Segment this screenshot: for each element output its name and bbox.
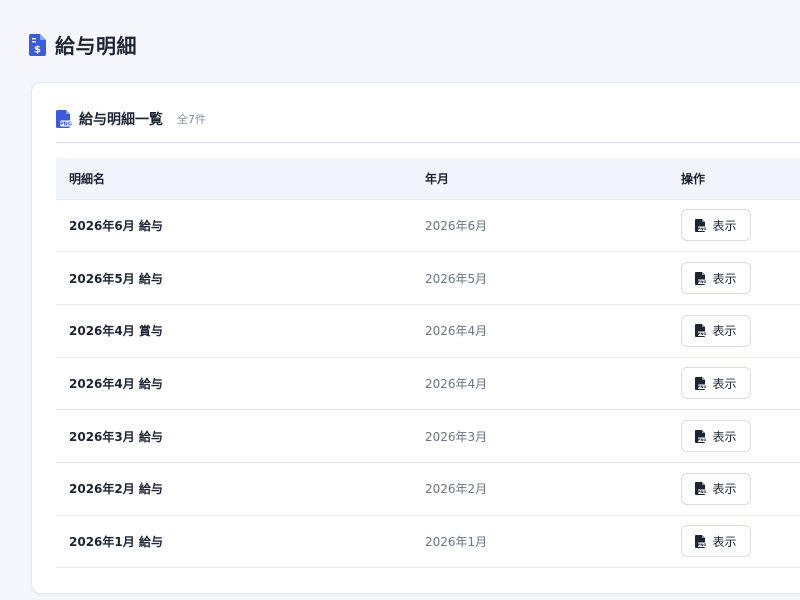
payslip-period: 2026年4月 [412, 304, 668, 358]
payslip-period: 2026年1月 [412, 515, 668, 569]
pdf-file-icon: PNG [695, 429, 707, 443]
view-button[interactable]: PNG 表示 [681, 525, 751, 558]
pdf-file-icon: PNG [695, 271, 707, 285]
payslip-name: 2026年4月 賞与 [56, 304, 412, 358]
view-button-label: 表示 [712, 429, 737, 444]
payslip-actions: PNG 表示 [668, 409, 800, 463]
pdf-file-icon: PNG [695, 324, 707, 338]
table-row: 2026年1月 給与 2026年1月 PNG 表示 [56, 515, 800, 569]
view-button-label: 表示 [712, 218, 737, 233]
payslip-name: 2026年3月 給与 [56, 409, 412, 463]
page-title: 給与明細 [55, 34, 137, 58]
table-row: 2026年4月 給与 2026年4月 PNG 表示 [56, 357, 800, 411]
svg-text:PNG: PNG [698, 332, 706, 336]
item-count: 全7件 [177, 113, 206, 126]
payslip-period: 2026年6月 [412, 199, 668, 253]
view-button-label: 表示 [712, 324, 737, 339]
payslip-actions: PNG 表示 [668, 304, 800, 358]
svg-text:PNG: PNG [698, 227, 706, 231]
payslip-name: 2026年1月 給与 [56, 515, 412, 569]
table-header-row: 明細名 年月 操作 [56, 158, 800, 200]
payslip-name: 2026年5月 給与 [56, 251, 412, 305]
view-button-label: 表示 [712, 534, 737, 549]
payslip-period: 2026年3月 [412, 409, 668, 463]
pdf-file-icon: PNG [695, 482, 707, 496]
pdf-file-icon: PNG [695, 376, 707, 390]
view-button-label: 表示 [712, 482, 737, 497]
svg-text:PNG: PNG [698, 280, 706, 284]
column-header-name: 明細名 [56, 158, 412, 200]
payslip-name: 2026年6月 給与 [56, 199, 412, 253]
payslip-period: 2026年2月 [412, 462, 668, 516]
view-button[interactable]: PNG 表示 [681, 209, 751, 242]
view-button[interactable]: PNG 表示 [681, 472, 751, 505]
svg-text:PNG: PNG [698, 543, 706, 547]
view-button-label: 表示 [712, 376, 737, 391]
payslip-period: 2026年4月 [412, 357, 668, 411]
svg-text:PNG: PNG [698, 438, 706, 442]
page-header: $ 給与明細 [29, 30, 137, 59]
payslip-list-card: PNG 給与明細一覧 全7件 明細名 年月 操作 2026年6月 給与 2026… [31, 82, 800, 594]
card-title: 給与明細一覧 [79, 112, 163, 128]
table-row: 2026年4月 賞与 2026年4月 PNG 表示 [56, 304, 800, 358]
table-row: 2026年3月 給与 2026年3月 PNG 表示 [56, 409, 800, 463]
dollar-document-icon: $ [29, 33, 46, 56]
pdf-file-icon: PNG [695, 534, 707, 548]
table-row: 2026年6月 給与 2026年6月 PNG 表示 [56, 199, 800, 253]
payslip-table: 明細名 年月 操作 2026年6月 給与 2026年6月 PNG 表示 2026… [56, 158, 800, 569]
payslip-actions: PNG 表示 [668, 462, 800, 516]
pdf-document-icon: PNG [56, 110, 72, 128]
payslip-period: 2026年5月 [412, 251, 668, 305]
card-header: PNG 給与明細一覧 全7件 [56, 109, 800, 129]
payslip-actions: PNG 表示 [668, 357, 800, 411]
table-row: 2026年2月 給与 2026年2月 PNG 表示 [56, 462, 800, 516]
view-button[interactable]: PNG 表示 [681, 262, 751, 295]
view-button-label: 表示 [712, 271, 737, 286]
table-row: 2026年5月 給与 2026年5月 PNG 表示 [56, 251, 800, 305]
svg-text:$: $ [34, 44, 41, 55]
payslip-actions: PNG 表示 [668, 251, 800, 305]
payslip-actions: PNG 表示 [668, 199, 800, 253]
header-divider [56, 142, 800, 143]
view-button[interactable]: PNG 表示 [681, 420, 751, 453]
payslip-name: 2026年2月 給与 [56, 462, 412, 516]
column-header-actions: 操作 [668, 158, 800, 200]
view-button[interactable]: PNG 表示 [681, 367, 751, 400]
payslip-name: 2026年4月 給与 [56, 357, 412, 411]
pdf-file-icon: PNG [695, 218, 707, 232]
svg-text:PNG: PNG [698, 490, 706, 494]
view-button[interactable]: PNG 表示 [681, 314, 751, 347]
column-header-period: 年月 [412, 158, 668, 200]
svg-text:PNG: PNG [60, 122, 72, 128]
svg-text:PNG: PNG [698, 385, 706, 389]
payslip-actions: PNG 表示 [668, 515, 800, 569]
